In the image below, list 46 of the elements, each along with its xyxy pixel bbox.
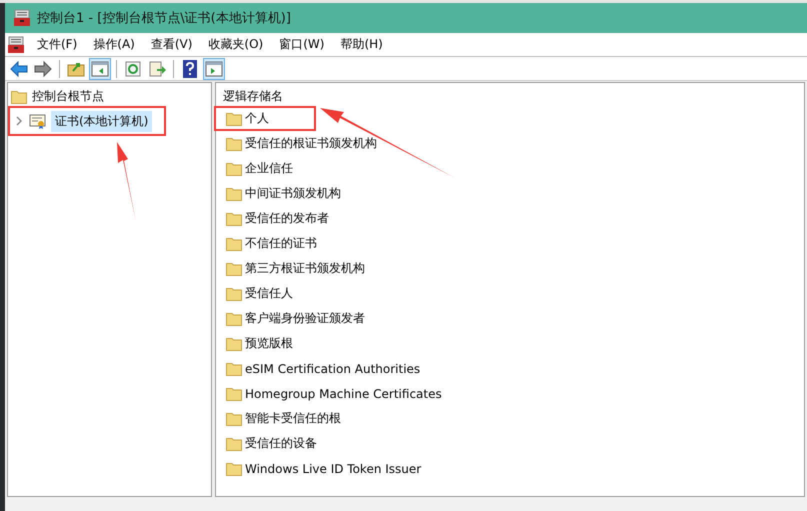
- folder-icon: [226, 286, 242, 300]
- list-item[interactable]: 预览版根: [245, 335, 293, 352]
- tree-item[interactable]: 证书(本地计算机): [51, 110, 152, 132]
- list-item[interactable]: Windows Live ID Token Issuer: [245, 462, 422, 476]
- toolbox-icon: [13, 9, 31, 27]
- menu-item[interactable]: 查看(V): [142, 36, 200, 53]
- menu-item[interactable]: 操作(A): [85, 36, 143, 53]
- menu-item[interactable]: 收藏夹(O): [200, 36, 272, 53]
- list-item[interactable]: 智能卡受信任的根: [245, 410, 341, 427]
- tree-toggle-button[interactable]: [89, 58, 111, 80]
- folder-icon: [226, 162, 242, 176]
- folder-icon: [226, 362, 242, 376]
- folder-icon: [226, 436, 242, 450]
- list-item[interactable]: 受信任的发布者: [245, 210, 329, 227]
- list-item[interactable]: Homegroup Machine Certificates: [245, 386, 442, 400]
- menu-item[interactable]: 文件(F): [29, 36, 86, 53]
- folder-icon: [226, 462, 242, 476]
- folder-icon: [226, 112, 242, 126]
- folder-icon: [226, 336, 242, 350]
- folder-icon: [226, 412, 242, 426]
- list-item[interactable]: 不信任的证书: [245, 235, 317, 252]
- column-header[interactable]: 逻辑存储名: [222, 88, 804, 104]
- folder-icon: [226, 212, 242, 226]
- menu-item[interactable]: 窗口(W): [271, 36, 332, 53]
- toolbox-icon[interactable]: [7, 36, 25, 54]
- list-item[interactable]: 企业信任: [245, 160, 293, 177]
- folder-icon: [226, 386, 242, 400]
- folder-icon: [226, 312, 242, 326]
- window-title: 控制台1 - [控制台根节点\证书(本地计算机)]: [37, 10, 291, 27]
- list-item[interactable]: eSIM Certification Authorities: [245, 362, 420, 376]
- action-pane-button[interactable]: [203, 58, 225, 80]
- menu-item[interactable]: 帮助(H): [332, 36, 391, 53]
- list-item[interactable]: 中间证书颁发机构: [245, 185, 341, 202]
- list-item[interactable]: 客户端身份验证颁发者: [245, 310, 365, 327]
- list-item[interactable]: 个人: [245, 110, 269, 127]
- folder-icon: [11, 90, 27, 104]
- folder-icon: [226, 186, 242, 200]
- tree-item[interactable]: 控制台根节点: [32, 88, 104, 105]
- folder-icon: [226, 236, 242, 250]
- folder-icon: [226, 136, 242, 150]
- list-item[interactable]: 受信任的设备: [245, 435, 317, 452]
- certificate-icon: [29, 113, 47, 129]
- list-item[interactable]: 受信任的根证书颁发机构: [245, 135, 377, 152]
- list-item[interactable]: 第三方根证书颁发机构: [245, 260, 365, 277]
- list-item[interactable]: 受信任人: [245, 285, 293, 302]
- folder-icon: [226, 262, 242, 276]
